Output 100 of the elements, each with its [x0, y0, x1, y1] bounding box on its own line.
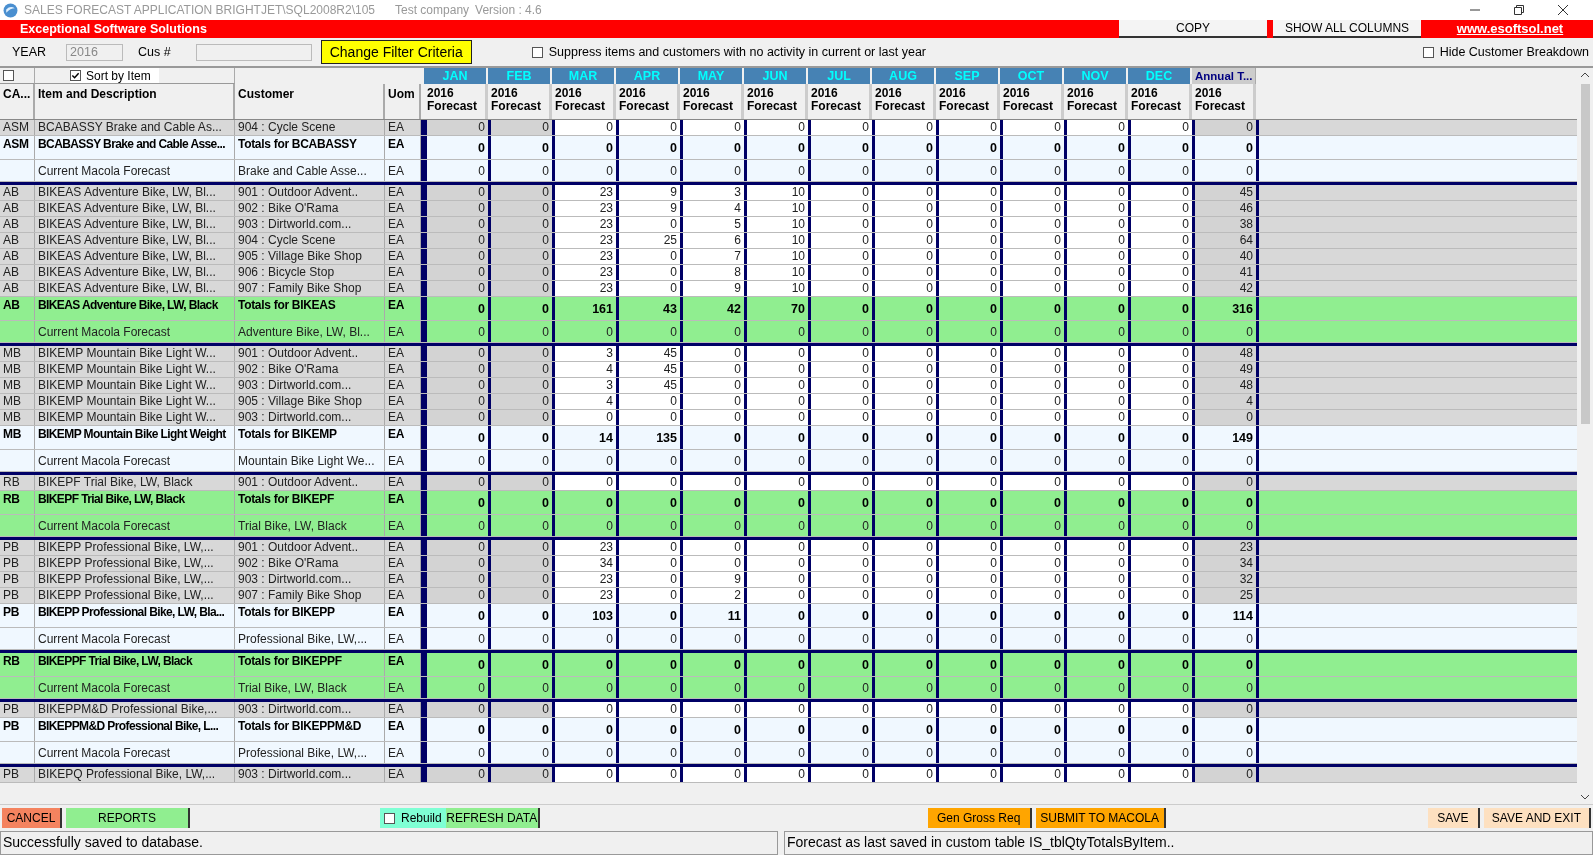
restore-icon[interactable] — [1513, 4, 1525, 16]
checkbox[interactable] — [531, 46, 543, 58]
table-cell[interactable]: 0 — [1000, 475, 1064, 490]
submit-button[interactable]: SUBMIT TO MACOLA — [1035, 808, 1166, 828]
table-cell[interactable]: 0 — [872, 362, 936, 377]
table-cell[interactable]: 0 — [808, 201, 872, 216]
table-cell[interactable]: 23 — [552, 572, 616, 587]
table-cell[interactable]: 0 — [616, 767, 680, 782]
table-cell[interactable]: 0 — [552, 475, 616, 490]
table-cell[interactable]: 0 — [744, 767, 808, 782]
change-filter-button[interactable]: Change Filter Criteria — [320, 40, 472, 64]
table-cell[interactable]: 0 — [1000, 201, 1064, 216]
table-cell[interactable]: 0 — [1000, 362, 1064, 377]
banner-button[interactable]: SHOW ALL COLUMNS — [1273, 20, 1421, 38]
table-cell[interactable]: 0 — [936, 346, 1000, 361]
table-cell[interactable]: 0 — [1128, 185, 1192, 200]
table-cell[interactable]: 0 — [1128, 201, 1192, 216]
table-cell[interactable]: 0 — [744, 572, 808, 587]
gen-gross-req-button[interactable]: Gen Gross Req — [927, 808, 1032, 828]
table-cell[interactable]: 23 — [552, 588, 616, 603]
table-cell[interactable]: 34 — [552, 556, 616, 571]
table-cell[interactable]: 0 — [936, 702, 1000, 717]
table-cell[interactable]: 0 — [872, 767, 936, 782]
table-cell[interactable]: 0 — [744, 120, 808, 135]
table-cell[interactable]: 0 — [1064, 588, 1128, 603]
table-cell[interactable]: 0 — [1064, 249, 1128, 264]
table-cell[interactable]: 45 — [616, 362, 680, 377]
table-cell[interactable]: 0 — [872, 556, 936, 571]
table-cell[interactable]: 2 — [680, 588, 744, 603]
table-cell[interactable]: 0 — [616, 572, 680, 587]
table-cell[interactable]: 10 — [744, 249, 808, 264]
table-cell[interactable]: 0 — [616, 394, 680, 409]
table-cell[interactable]: 0 — [936, 249, 1000, 264]
table-cell[interactable]: 0 — [1000, 394, 1064, 409]
table-cell[interactable]: 0 — [1128, 233, 1192, 248]
table-cell[interactable]: 23 — [552, 233, 616, 248]
table-cell[interactable]: 0 — [808, 217, 872, 232]
table-cell[interactable]: 0 — [872, 394, 936, 409]
table-cell[interactable]: 0 — [744, 410, 808, 425]
table-cell[interactable]: 0 — [1064, 201, 1128, 216]
scroll-up-icon[interactable] — [1580, 72, 1590, 78]
website-link[interactable]: www.esoftsol.net — [1427, 20, 1593, 38]
table-cell[interactable]: 0 — [872, 588, 936, 603]
table-cell[interactable]: 23 — [552, 201, 616, 216]
table-cell[interactable]: 0 — [936, 572, 1000, 587]
table-cell[interactable]: 0 — [872, 540, 936, 555]
table-cell[interactable]: 10 — [744, 265, 808, 280]
table-cell[interactable]: 0 — [680, 362, 744, 377]
table-cell[interactable]: 0 — [744, 378, 808, 393]
table-cell[interactable]: 0 — [680, 702, 744, 717]
table-cell[interactable]: 0 — [808, 378, 872, 393]
table-cell[interactable]: 0 — [1000, 767, 1064, 782]
table-cell[interactable]: 0 — [1128, 588, 1192, 603]
table-cell[interactable]: 0 — [808, 702, 872, 717]
table-cell[interactable]: 9 — [680, 281, 744, 296]
table-cell[interactable]: 0 — [936, 410, 1000, 425]
table-cell[interactable]: 0 — [1128, 362, 1192, 377]
table-cell[interactable]: 0 — [744, 588, 808, 603]
table-cell[interactable]: 0 — [872, 249, 936, 264]
table-cell[interactable]: 0 — [1128, 702, 1192, 717]
table-cell[interactable]: 0 — [872, 120, 936, 135]
table-cell[interactable]: 0 — [872, 475, 936, 490]
table-cell[interactable]: 0 — [616, 217, 680, 232]
table-cell[interactable]: 0 — [872, 572, 936, 587]
table-cell[interactable]: 3 — [552, 378, 616, 393]
table-cell[interactable]: 0 — [616, 540, 680, 555]
table-cell[interactable]: 0 — [1064, 475, 1128, 490]
table-cell[interactable]: 0 — [872, 410, 936, 425]
table-cell[interactable]: 0 — [1128, 767, 1192, 782]
table-cell[interactable]: 0 — [808, 394, 872, 409]
table-cell[interactable]: 0 — [680, 346, 744, 361]
table-cell[interactable]: 0 — [808, 249, 872, 264]
table-cell[interactable]: 0 — [616, 120, 680, 135]
table-cell[interactable]: 0 — [744, 556, 808, 571]
table-cell[interactable]: 0 — [744, 702, 808, 717]
table-cell[interactable]: 25 — [616, 233, 680, 248]
table-cell[interactable]: 0 — [552, 120, 616, 135]
table-cell[interactable]: 0 — [744, 475, 808, 490]
table-cell[interactable]: 0 — [1064, 378, 1128, 393]
table-cell[interactable]: 8 — [680, 265, 744, 280]
table-cell[interactable]: 0 — [872, 702, 936, 717]
table-cell[interactable]: 0 — [808, 588, 872, 603]
table-cell[interactable]: 0 — [808, 572, 872, 587]
table-cell[interactable]: 0 — [1128, 378, 1192, 393]
table-cell[interactable]: 0 — [616, 475, 680, 490]
table-cell[interactable]: 0 — [680, 410, 744, 425]
table-cell[interactable]: 23 — [552, 265, 616, 280]
table-cell[interactable]: 0 — [936, 540, 1000, 555]
table-cell[interactable]: 0 — [680, 767, 744, 782]
table-cell[interactable]: 0 — [1000, 588, 1064, 603]
table-cell[interactable]: 0 — [552, 702, 616, 717]
save-and-exit-button[interactable]: SAVE AND EXIT — [1483, 808, 1591, 828]
table-cell[interactable]: 6 — [680, 233, 744, 248]
table-cell[interactable]: 0 — [1000, 233, 1064, 248]
banner-button[interactable]: COPY — [1119, 20, 1267, 38]
table-cell[interactable]: 0 — [1128, 475, 1192, 490]
table-cell[interactable]: 0 — [936, 201, 1000, 216]
scroll-down-icon[interactable] — [1580, 794, 1590, 800]
table-cell[interactable]: 3 — [680, 185, 744, 200]
table-cell[interactable]: 0 — [1064, 540, 1128, 555]
